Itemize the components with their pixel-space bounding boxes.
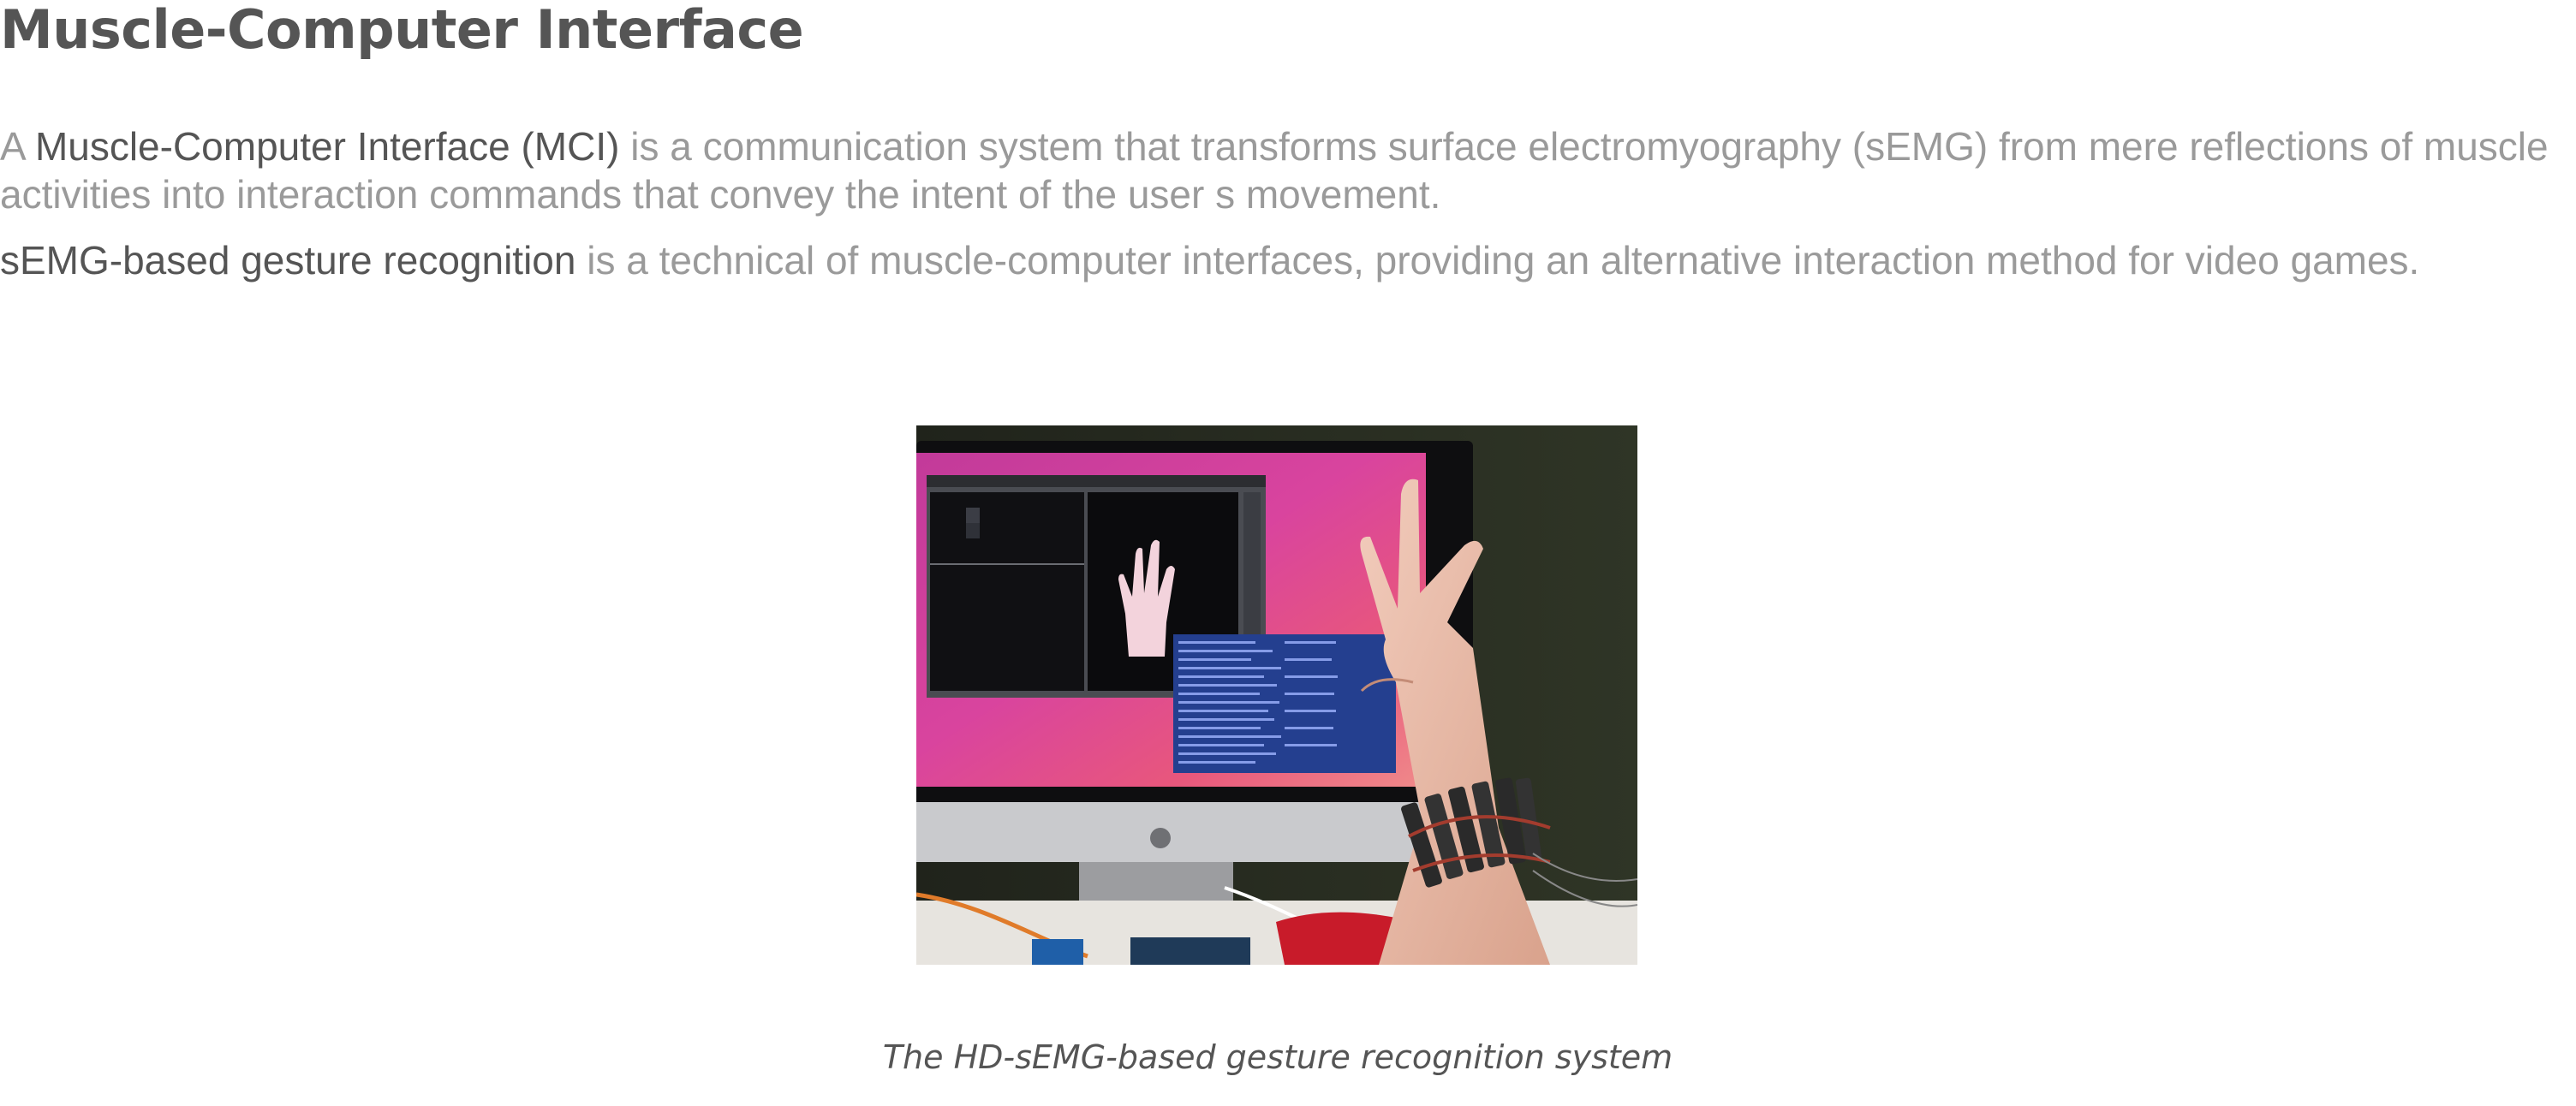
page-title: Muscle-Computer Interface <box>0 0 804 61</box>
gesture-recognition-term: sEMG-based gesture recognition <box>0 238 576 282</box>
gesture-recognition-paragraph: sEMG-based gesture recognition is a tech… <box>0 236 2576 284</box>
gesture-recognition-text: is a technical of muscle-computer interf… <box>575 238 2420 282</box>
gesture-system-photo <box>916 425 1637 965</box>
mci-definition-paragraph: A Muscle-Computer Interface (MCI) is a c… <box>0 122 2576 218</box>
paragraph-prefix: A <box>0 124 35 169</box>
mci-term: Muscle-Computer Interface (MCI) <box>34 124 620 169</box>
figure-caption: The HD-sEMG-based gesture recognition sy… <box>882 1038 1673 1076</box>
